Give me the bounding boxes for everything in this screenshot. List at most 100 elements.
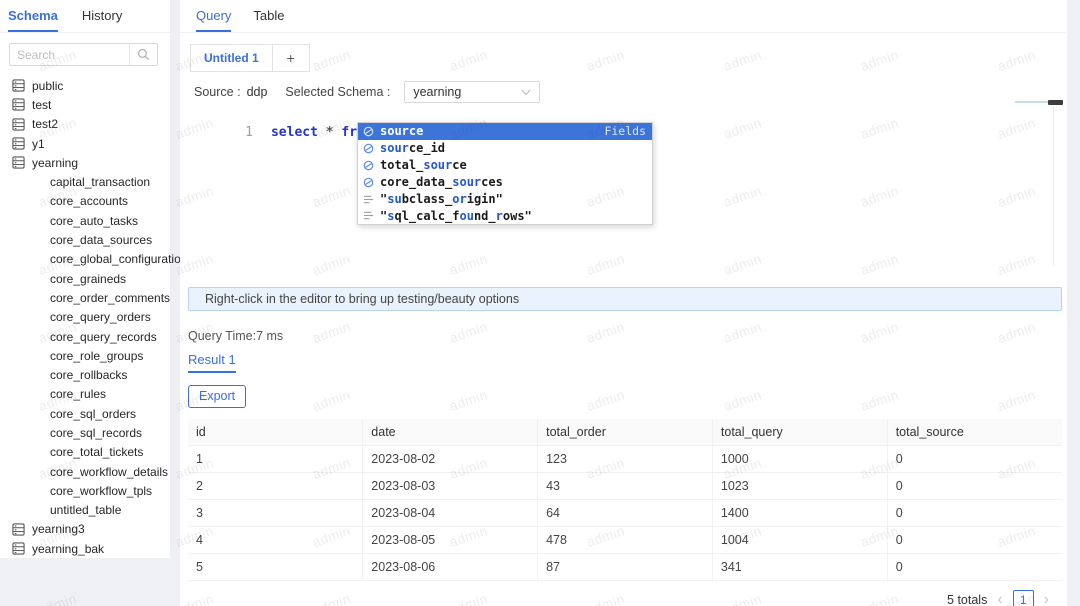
add-tab-button[interactable]: + xyxy=(272,44,310,72)
autocomplete-popup: source Fields source_id total_source core… xyxy=(357,122,653,226)
table-cell: 2023-08-05 xyxy=(362,526,539,554)
pagination-total: 5 totals xyxy=(947,593,988,606)
schema-table-item[interactable]: core_global_configuration xyxy=(0,250,187,269)
table-label: core_order_comments xyxy=(50,290,171,305)
db-label: yearning3 xyxy=(32,522,85,537)
schema-db-item[interactable]: test xyxy=(0,95,170,114)
editor-hint-banner: Right-click in the editor to bring up te… xyxy=(188,287,1062,311)
table-label: core_data_sources xyxy=(50,233,153,248)
schema-search xyxy=(9,43,158,66)
table-cell: 341 xyxy=(712,553,888,581)
autocomplete-item[interactable]: source Fields xyxy=(358,123,652,140)
pagination: 5 totals ‹ 1 › xyxy=(180,589,1049,606)
autocomplete-item[interactable]: "subclass_origin" xyxy=(358,191,652,208)
table-cell: 1 xyxy=(188,445,364,473)
table-row[interactable]: 2 2023-08-03 43 1023 0 xyxy=(188,472,1062,500)
schema-table-item[interactable]: core_graineds xyxy=(0,269,170,288)
autocomplete-item-label: total_source xyxy=(380,158,467,173)
autocomplete-item[interactable]: "sql_calc_found_rows" xyxy=(358,207,652,224)
sql-editor[interactable]: 1select * from sour sourceFields source_… xyxy=(180,100,1067,283)
sidebar-tabs: Schema History xyxy=(0,0,170,33)
table-cell: 5 xyxy=(188,553,364,581)
database-icon xyxy=(12,137,25,150)
schema-db-item[interactable]: y1 xyxy=(0,134,170,153)
tab-history[interactable]: History xyxy=(82,0,122,32)
tab-query[interactable]: Query xyxy=(196,0,232,32)
prev-page-icon[interactable]: ‹ xyxy=(997,592,1002,606)
autocomplete-item[interactable]: total_source xyxy=(358,157,652,174)
table-cell: 2 xyxy=(188,472,364,500)
search-input[interactable] xyxy=(10,47,129,62)
field-icon xyxy=(363,126,374,137)
schema-table-item[interactable]: core_workflow_details xyxy=(0,462,170,481)
db-label: test xyxy=(32,97,52,112)
autocomplete-item-label: source xyxy=(380,124,424,139)
table-label: capital_transaction xyxy=(50,175,151,190)
schema-db-item[interactable]: test2 xyxy=(0,115,170,134)
schema-table-item[interactable]: untitled_table xyxy=(0,501,170,520)
table-label: core_auto_tasks xyxy=(50,213,139,228)
schema-select[interactable]: yearning xyxy=(404,81,541,103)
schema-table-item[interactable]: core_order_comments xyxy=(0,288,170,307)
editor-scrollbar[interactable] xyxy=(1053,106,1054,266)
database-icon xyxy=(12,156,25,169)
schema-table-item[interactable]: core_data_sources xyxy=(0,230,170,249)
table-row[interactable]: 5 2023-08-06 87 341 0 xyxy=(188,553,1062,581)
next-page-icon[interactable]: › xyxy=(1044,592,1049,606)
page-1-button[interactable]: 1 xyxy=(1012,589,1034,606)
schema-db-item[interactable]: yearning_bak xyxy=(0,539,170,558)
table-row[interactable]: 3 2023-08-04 64 1400 0 xyxy=(188,499,1062,527)
schema-db-item[interactable]: public xyxy=(0,76,170,95)
search-button[interactable] xyxy=(129,44,157,65)
main-panel: Query Table Untitled 1 + Source : ddp Se… xyxy=(180,0,1067,606)
schema-table-item[interactable]: capital_transaction xyxy=(0,172,170,191)
table-cell: 43 xyxy=(537,472,713,500)
table-cell: 2023-08-06 xyxy=(362,553,539,581)
table-cell: 0 xyxy=(887,526,1062,554)
schema-table-item[interactable]: core_role_groups xyxy=(0,346,170,365)
table-row[interactable]: 1 2023-08-02 123 1000 0 xyxy=(188,445,1062,473)
code-token: * xyxy=(325,125,334,140)
autocomplete-item-label: source_id xyxy=(380,141,446,156)
tab-schema[interactable]: Schema xyxy=(8,0,58,32)
field-icon xyxy=(363,160,374,171)
source-value: ddp xyxy=(246,85,268,99)
schema-table-item[interactable]: core_rollbacks xyxy=(0,365,170,384)
tab-table[interactable]: Table xyxy=(253,0,284,32)
selected-schema-label: Selected Schema : xyxy=(285,85,391,99)
schema-table-item[interactable]: core_query_orders xyxy=(0,308,170,327)
schema-table-item[interactable]: core_auto_tasks xyxy=(0,211,170,230)
column-header: total_query xyxy=(712,419,888,446)
table-label: core_accounts xyxy=(50,194,129,209)
table-cell: 0 xyxy=(887,499,1062,527)
schema-db-item[interactable]: yearning3 xyxy=(0,520,170,539)
table-cell: 123 xyxy=(537,445,713,473)
source-bar: Source : ddp Selected Schema : yearning xyxy=(194,81,1067,103)
keyword-icon xyxy=(363,212,374,220)
db-label: yearning_bak xyxy=(32,541,105,556)
schema-table-item[interactable]: core_sql_records xyxy=(0,423,170,442)
schema-table-item[interactable]: core_total_tickets xyxy=(0,443,170,462)
editor-minimap-thumb[interactable] xyxy=(1048,100,1063,105)
export-button[interactable]: Export xyxy=(188,385,247,408)
editor-tab-untitled[interactable]: Untitled 1 xyxy=(190,44,273,72)
schema-db-item[interactable]: yearning xyxy=(0,153,170,172)
schema-table-item[interactable]: core_workflow_tpls xyxy=(0,481,170,500)
table-label: untitled_table xyxy=(50,503,122,518)
schema-table-item[interactable]: core_query_records xyxy=(0,327,170,346)
schema-table-item[interactable]: core_accounts xyxy=(0,192,170,211)
tab-result-1[interactable]: Result 1 xyxy=(188,352,236,373)
schema-select-value: yearning xyxy=(413,85,462,99)
table-cell: 478 xyxy=(537,526,713,554)
schema-table-item[interactable]: core_sql_orders xyxy=(0,404,170,423)
watermark: admin xyxy=(36,591,79,606)
table-label: core_query_records xyxy=(50,329,157,344)
schema-table-item[interactable]: core_rules xyxy=(0,385,170,404)
table-label: core_graineds xyxy=(50,271,127,286)
autocomplete-item[interactable]: source_id xyxy=(358,140,652,157)
autocomplete-item-label: "sql_calc_found_rows" xyxy=(380,208,532,223)
table-row[interactable]: 4 2023-08-05 478 1004 0 xyxy=(188,526,1062,554)
table-cell: 2023-08-03 xyxy=(362,472,539,500)
table-cell: 1004 xyxy=(712,526,888,554)
autocomplete-item[interactable]: core_data_sources xyxy=(358,174,652,191)
